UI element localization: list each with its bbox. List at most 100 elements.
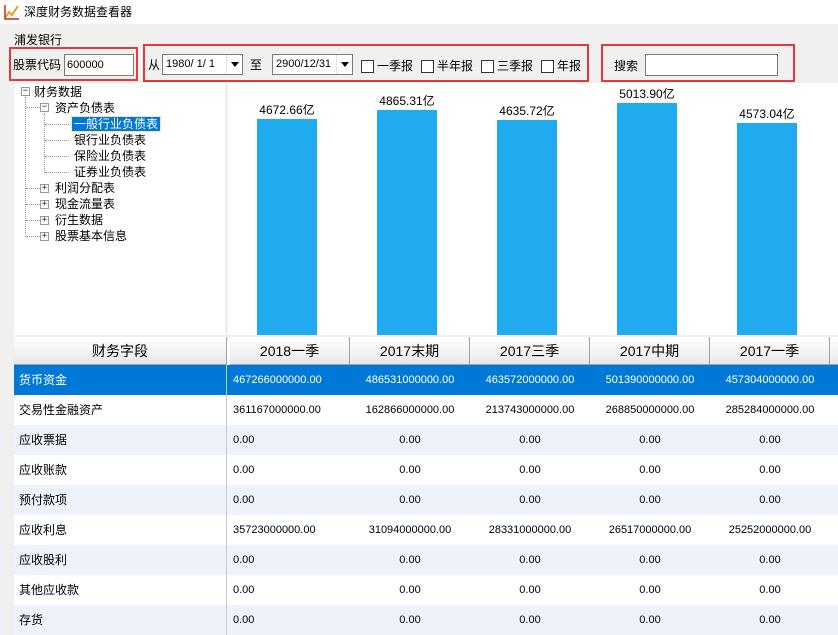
value-cell[interactable]: 0.00 — [470, 455, 590, 485]
field-name-cell[interactable]: 货币资金 — [14, 365, 227, 395]
tree-balance-sheet[interactable]: 资产负债表 — [55, 101, 115, 115]
field-name-cell[interactable]: 应收利息 — [14, 515, 227, 545]
value-cell[interactable]: 35723000000.00 — [230, 515, 350, 545]
tree-profit[interactable]: 利润分配表 — [55, 181, 115, 195]
column-header-period[interactable]: 2018一季 — [230, 337, 350, 365]
value-cell[interactable]: 0.00 — [590, 545, 710, 575]
value-cell[interactable]: 457304000000.00 — [710, 365, 830, 395]
value-cell[interactable]: 0.00 — [590, 485, 710, 515]
value-cell[interactable]: 0.00 — [350, 605, 470, 635]
checkbox-q1[interactable] — [361, 60, 374, 73]
value-cell[interactable]: 0.00 — [590, 425, 710, 455]
value-cell[interactable]: 0.00 — [590, 575, 710, 605]
checkbox-annual-label[interactable]: 年报 — [557, 59, 581, 73]
expand-icon[interactable]: + — [40, 184, 49, 193]
value-cell[interactable]: 486531000000.00 — [350, 365, 470, 395]
stock-code-input[interactable]: 600000 — [64, 54, 134, 76]
value-cell[interactable]: 0.00 — [590, 605, 710, 635]
value-cell[interactable]: 463572000000.00 — [470, 365, 590, 395]
to-date-picker[interactable]: 2900/12/31 — [272, 54, 353, 75]
chevron-down-icon[interactable] — [226, 55, 242, 74]
chevron-down-icon[interactable] — [336, 55, 352, 74]
value-cell[interactable]: 268850000000.00 — [590, 395, 710, 425]
column-header-period[interactable]: 2017中期 — [590, 337, 710, 365]
expand-icon[interactable]: + — [40, 232, 49, 241]
tree-item-insurance[interactable]: 保险业负债表 — [74, 149, 146, 163]
value-cell[interactable]: 0.00 — [470, 605, 590, 635]
value-cell[interactable]: 0.00 — [470, 485, 590, 515]
value-cell[interactable]: 0.00 — [350, 425, 470, 455]
column-header-field[interactable]: 财务字段 — [14, 337, 227, 365]
table-row[interactable]: 应收票据 0.00 0.00 0.00 0.00 0.00 — [14, 425, 838, 455]
value-cell[interactable]: 0.00 — [350, 545, 470, 575]
checkbox-q1-label[interactable]: 一季报 — [377, 59, 413, 73]
field-name-cell[interactable]: 应收股利 — [14, 545, 227, 575]
column-header-period[interactable]: 2017末期 — [350, 337, 470, 365]
table-row[interactable]: 其他应收款 0.00 0.00 0.00 0.00 0.00 — [14, 575, 838, 605]
value-cell[interactable]: 467266000000.00 — [230, 365, 350, 395]
tree-item-general[interactable]: 一般行业负债表 — [70, 116, 162, 132]
value-cell[interactable]: 0.00 — [350, 455, 470, 485]
table-row[interactable]: 应收利息 35723000000.00 31094000000.00 28331000… — [14, 515, 838, 545]
value-cell[interactable]: 0.00 — [230, 605, 350, 635]
value-cell[interactable]: 0.00 — [590, 455, 710, 485]
value-cell[interactable]: 0.00 — [230, 425, 350, 455]
value-cell[interactable]: 0.00 — [230, 455, 350, 485]
value-cell[interactable]: 31094000000.00 — [350, 515, 470, 545]
field-name-cell[interactable]: 应收账款 — [14, 455, 227, 485]
table-row[interactable]: 应收股利 0.00 0.00 0.00 0.00 0.00 — [14, 545, 838, 575]
tree-cashflow[interactable]: 现金流量表 — [55, 197, 115, 211]
tree-item-bank[interactable]: 银行业负债表 — [74, 133, 146, 147]
tree-derived[interactable]: 衍生数据 — [55, 213, 103, 227]
value-cell[interactable]: 0.00 — [710, 605, 830, 635]
value-cell[interactable]: 213743000000.00 — [470, 395, 590, 425]
table-row[interactable]: 预付款项 0.00 0.00 0.00 0.00 0.00 — [14, 485, 838, 515]
value-cell[interactable]: 0.00 — [470, 575, 590, 605]
column-header-period[interactable]: 2017三季 — [470, 337, 590, 365]
value-cell[interactable]: 0.00 — [230, 575, 350, 605]
checkbox-half-year[interactable] — [421, 60, 434, 73]
field-name-cell[interactable]: 存货 — [14, 605, 227, 635]
value-cell[interactable]: 0.00 — [710, 575, 830, 605]
value-cell[interactable]: 26517000000.00 — [590, 515, 710, 545]
value-cell[interactable]: 501390000000.00 — [590, 365, 710, 395]
value-cell[interactable]: 0.00 — [710, 425, 830, 455]
field-name-cell[interactable]: 应收票据 — [14, 425, 227, 455]
column-header-period[interactable]: 2017一季 — [710, 337, 830, 365]
tree-root[interactable]: 财务数据 — [34, 85, 82, 99]
checkbox-annual[interactable] — [541, 60, 554, 73]
value-cell[interactable]: 0.00 — [350, 485, 470, 515]
field-name-cell[interactable]: 预付款项 — [14, 485, 227, 515]
search-input[interactable] — [645, 54, 778, 76]
table-row[interactable]: 存货 0.00 0.00 0.00 0.00 0.00 — [14, 605, 838, 635]
value-cell[interactable]: 0.00 — [710, 545, 830, 575]
field-name-cell[interactable]: 交易性金融资产 — [14, 395, 227, 425]
table-row[interactable]: 货币资金 467266000000.00 486531000000.00 463572… — [14, 365, 838, 395]
tree-basic-info[interactable]: 股票基本信息 — [55, 229, 127, 243]
checkbox-half-year-label[interactable]: 半年报 — [437, 59, 473, 73]
value-cell[interactable]: 0.00 — [350, 575, 470, 605]
value-cell[interactable]: 0.00 — [230, 485, 350, 515]
value-cell[interactable]: 285284000000.00 — [710, 395, 830, 425]
table-row[interactable]: 交易性金融资产 361167000000.00 162866000000.00 213… — [14, 395, 838, 425]
value-cell[interactable]: 0.00 — [470, 545, 590, 575]
field-name-cell[interactable]: 其他应收款 — [14, 575, 227, 605]
tree-item-securities[interactable]: 证券业负债表 — [74, 165, 146, 179]
value-cell[interactable]: 25252000000.00 — [710, 515, 830, 545]
value-cell[interactable]: 361167000000.00 — [230, 395, 350, 425]
value-cell[interactable]: 0.00 — [470, 425, 590, 455]
collapse-icon[interactable]: − — [21, 87, 30, 96]
expand-icon[interactable]: + — [40, 216, 49, 225]
value-cell[interactable]: 162866000000.00 — [350, 395, 470, 425]
expand-icon[interactable]: + — [40, 200, 49, 209]
checkbox-q3[interactable] — [481, 60, 494, 73]
value-cell[interactable]: 0.00 — [230, 545, 350, 575]
value-cell[interactable]: 0.00 — [710, 485, 830, 515]
table-row[interactable]: 应收账款 0.00 0.00 0.00 0.00 0.00 — [14, 455, 838, 485]
collapse-icon[interactable]: − — [40, 103, 49, 112]
title-bar: 深度财务数据查看器 — [0, 0, 838, 24]
value-cell[interactable]: 0.00 — [710, 455, 830, 485]
from-date-picker[interactable]: 1980/ 1/ 1 — [162, 54, 243, 75]
value-cell[interactable]: 28331000000.00 — [470, 515, 590, 545]
checkbox-q3-label[interactable]: 三季报 — [497, 59, 533, 73]
